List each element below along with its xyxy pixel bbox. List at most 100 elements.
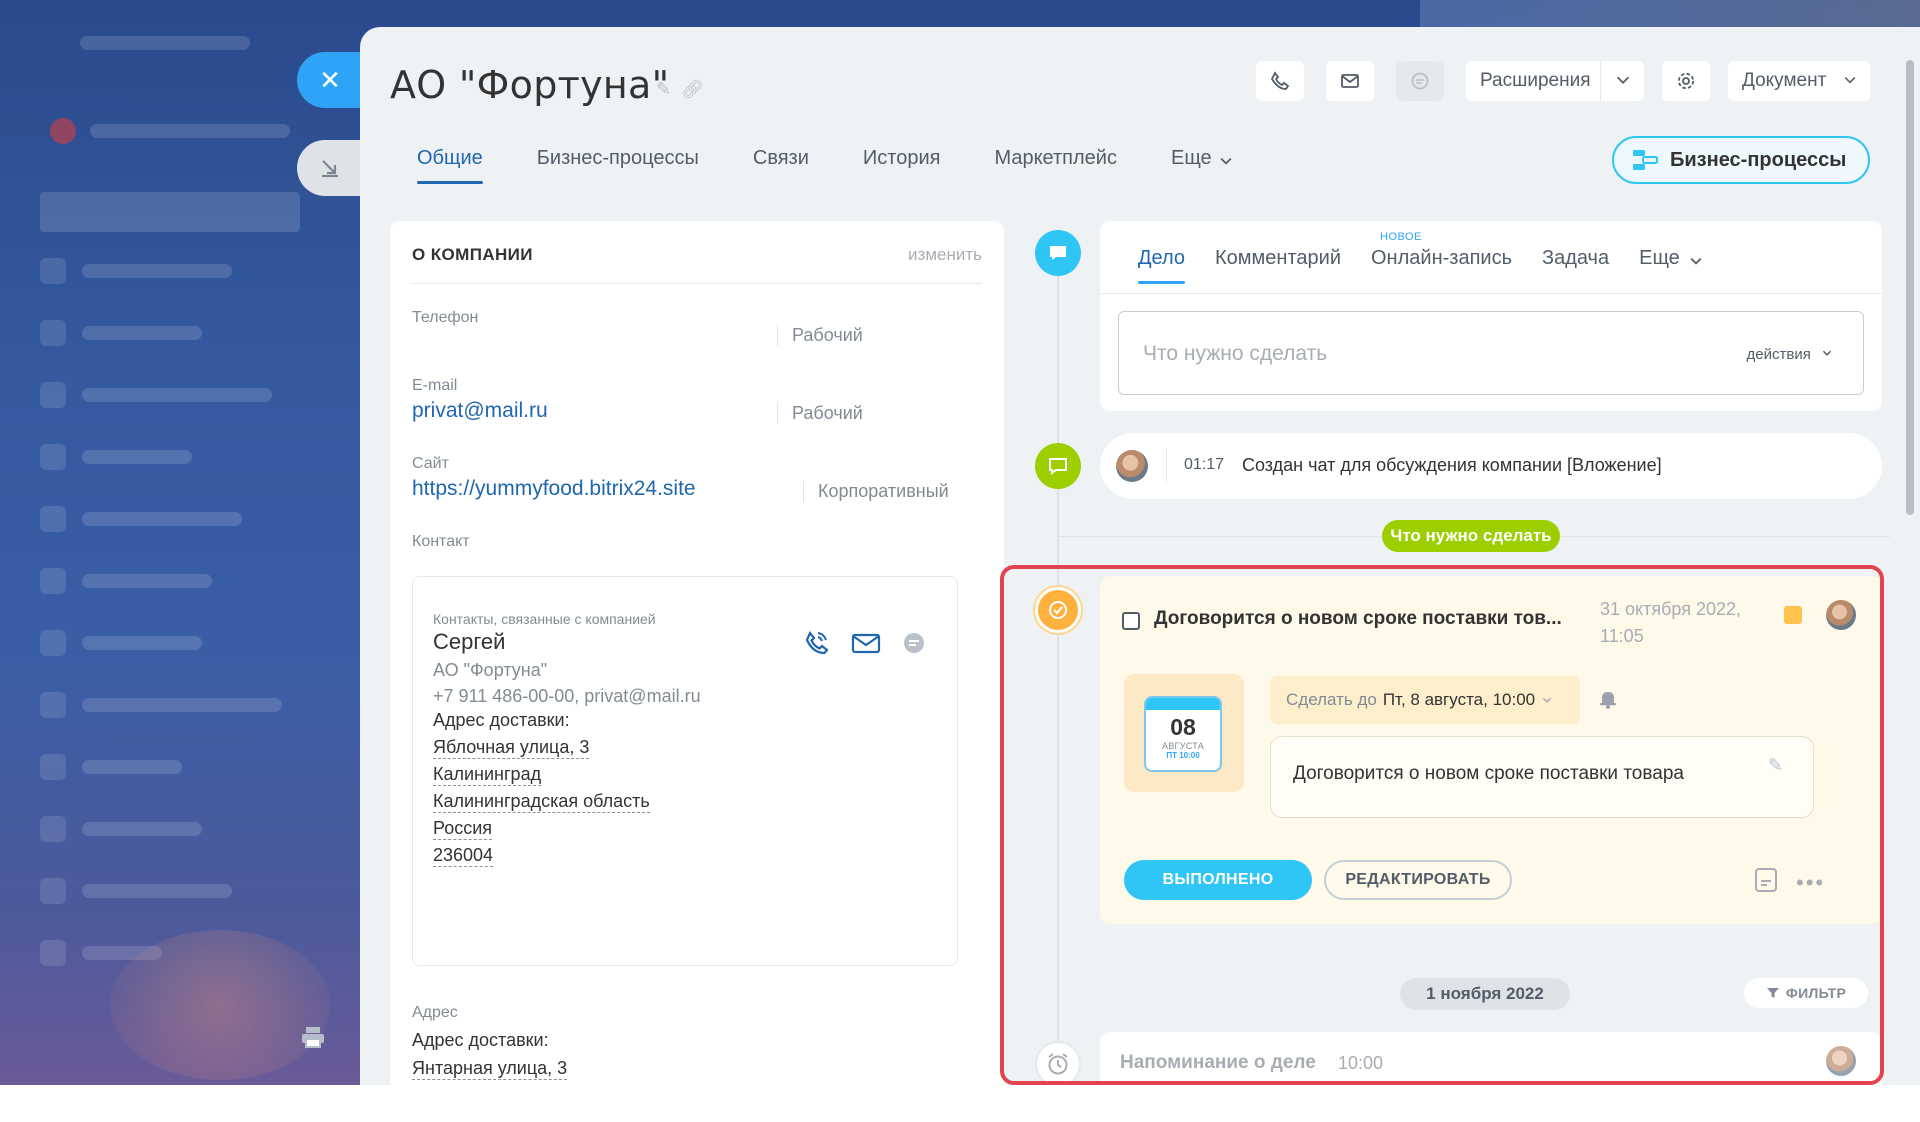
chevron-down-icon: [1822, 350, 1832, 356]
tab-relations[interactable]: Связи: [753, 147, 809, 170]
chevron-down-icon[interactable]: [1218, 153, 1234, 169]
chevron-down-icon[interactable]: [1688, 253, 1704, 269]
blurred-menu-item: [82, 698, 282, 712]
chat-icon[interactable]: [901, 629, 927, 657]
todo-input[interactable]: Что нужно сделать действия: [1118, 311, 1864, 395]
divider: [1100, 293, 1882, 294]
contact-name[interactable]: Сергей: [433, 629, 505, 655]
activity-description[interactable]: Договорится о новом сроке поставки товар…: [1270, 736, 1814, 818]
blurred-menu-item: [82, 388, 272, 402]
filter-button[interactable]: ФИЛЬТР: [1744, 978, 1868, 1008]
address-line[interactable]: Янтарная улица, 3: [412, 1057, 568, 1080]
todo-activity-card: Договорится о новом сроке поставки тов..…: [1100, 576, 1882, 924]
tab-more[interactable]: Еще: [1171, 147, 1212, 170]
contact-phone-email: +7 911 486-00-00, privat@mail.ru: [433, 686, 701, 706]
link-icon[interactable]: 🔗︎: [681, 79, 704, 99]
composer-tab-task[interactable]: Задача: [1542, 247, 1609, 270]
more-icon[interactable]: •••: [1796, 870, 1825, 896]
print-icon[interactable]: [300, 1024, 326, 1050]
timeline-line: [1057, 247, 1059, 1085]
site-label: Сайт: [412, 455, 449, 472]
filter-icon: [1766, 988, 1779, 998]
phone-icon: [1270, 71, 1290, 90]
composer-tab-more[interactable]: Еще: [1639, 247, 1680, 270]
blurred-glow: [110, 930, 330, 1080]
chevron-down-icon: [1616, 76, 1630, 84]
note-icon[interactable]: [1754, 867, 1778, 893]
phone-type: Рабочий: [777, 325, 863, 346]
email-button[interactable]: [1326, 61, 1374, 101]
contact-actions: [803, 629, 927, 657]
calendar-month: АВГУСТА: [1161, 741, 1205, 751]
address-line[interactable]: Калининградская область: [433, 790, 650, 813]
extensions-dropdown[interactable]: Расширения: [1466, 61, 1644, 101]
actions-dropdown[interactable]: действия: [1747, 346, 1834, 363]
avatar[interactable]: [1826, 600, 1856, 630]
business-processes-button[interactable]: Бизнес-процессы: [1612, 136, 1870, 184]
close-slider-button[interactable]: ✕: [297, 52, 363, 108]
chevron-down-icon: [1543, 697, 1552, 703]
mail-icon: [1341, 74, 1359, 88]
email-link[interactable]: privat@mail.ru: [412, 399, 548, 423]
close-icon: ✕: [319, 64, 341, 95]
edit-button[interactable]: РЕДАКТИРОВАТЬ: [1324, 860, 1512, 900]
bell-icon[interactable]: [1598, 688, 1618, 710]
blurred-menu-icon: [40, 506, 66, 532]
blurred-menu-icon: [40, 940, 66, 966]
tab-marketplace[interactable]: Маркетплейс: [994, 147, 1117, 170]
site-link[interactable]: https://yummyfood.bitrix24.site: [412, 477, 696, 501]
page-title: АО "Фортуна": [390, 63, 670, 107]
address-line[interactable]: 236004: [433, 844, 494, 867]
composer-tabs: Дело Комментарий Онлайн-запись Задача Ещ…: [1138, 247, 1704, 284]
todo-placeholder: Что нужно сделать: [1143, 342, 1328, 365]
description-text: Договорится о новом сроке поставки товар…: [1293, 763, 1684, 784]
activity-time-line: 11:05: [1600, 626, 1644, 646]
business-processes-label: Бизнес-процессы: [1670, 148, 1847, 171]
composer-tab-todo[interactable]: Дело: [1138, 247, 1186, 284]
done-button[interactable]: ВЫПОЛНЕНО: [1124, 860, 1312, 900]
address-label: Адрес: [412, 1004, 458, 1021]
document-dropdown[interactable]: Документ: [1728, 61, 1870, 101]
contact-company: АО "Фортуна": [433, 660, 548, 680]
address-line[interactable]: Яблочная улица, 3: [433, 736, 590, 759]
pencil-icon[interactable]: ✎: [1768, 755, 1783, 776]
blurred-menu-icon: [40, 878, 66, 904]
color-flag-icon[interactable]: [1784, 606, 1802, 624]
settings-button[interactable]: [1662, 61, 1710, 101]
address-delivery-label: Адрес доставки:: [412, 1030, 549, 1050]
address-line[interactable]: Россия: [433, 817, 493, 840]
tab-history[interactable]: История: [863, 147, 941, 170]
activity-composer: НОВОЕ Дело Комментарий Онлайн-запись Зад…: [1100, 221, 1882, 411]
call-button[interactable]: [1256, 61, 1304, 101]
chat-button[interactable]: [1396, 61, 1444, 101]
email-type: Рабочий: [777, 403, 863, 424]
composer-tab-booking[interactable]: Онлайн-запись: [1371, 247, 1512, 270]
scrollbar[interactable]: [1906, 60, 1914, 515]
tab-general[interactable]: Общие: [417, 147, 483, 184]
composer-tab-comment[interactable]: Комментарий: [1215, 247, 1341, 270]
todo-checkbox[interactable]: [1122, 612, 1140, 630]
activity-title[interactable]: Договорится о новом сроке поставки тов..…: [1154, 608, 1562, 630]
deadline-selector[interactable]: Сделать до Пт, 8 августа, 10:00: [1270, 676, 1580, 724]
blurred-menu-item: [82, 264, 232, 278]
minimize-slider-button[interactable]: [297, 140, 363, 196]
blurred-menu-icon: [40, 568, 66, 594]
avatar[interactable]: [1826, 1046, 1856, 1076]
todo-section-badge: Что нужно сделать: [1382, 520, 1560, 552]
avatar[interactable]: [1116, 450, 1148, 482]
reminder-title[interactable]: Напоминание о деле: [1120, 1052, 1316, 1074]
chat-text[interactable]: Создан чат для обсуждения компании [Влож…: [1242, 455, 1662, 476]
edit-link[interactable]: изменить: [908, 245, 982, 265]
address-line[interactable]: Калининград: [433, 763, 542, 786]
mail-icon[interactable]: [851, 629, 881, 657]
email-label: E-mail: [412, 377, 458, 394]
title-actions: ✎ 🔗︎: [656, 79, 714, 100]
collapse-arrow-icon: [322, 160, 338, 178]
extensions-label: Расширения: [1480, 70, 1591, 91]
actions-label: действия: [1746, 346, 1811, 363]
phone-icon[interactable]: [803, 629, 831, 657]
pencil-icon[interactable]: ✎: [656, 79, 671, 99]
blurred-menu-item: [90, 124, 290, 138]
filter-label: ФИЛЬТР: [1785, 985, 1847, 1001]
tab-business-processes[interactable]: Бизнес-процессы: [537, 147, 699, 170]
